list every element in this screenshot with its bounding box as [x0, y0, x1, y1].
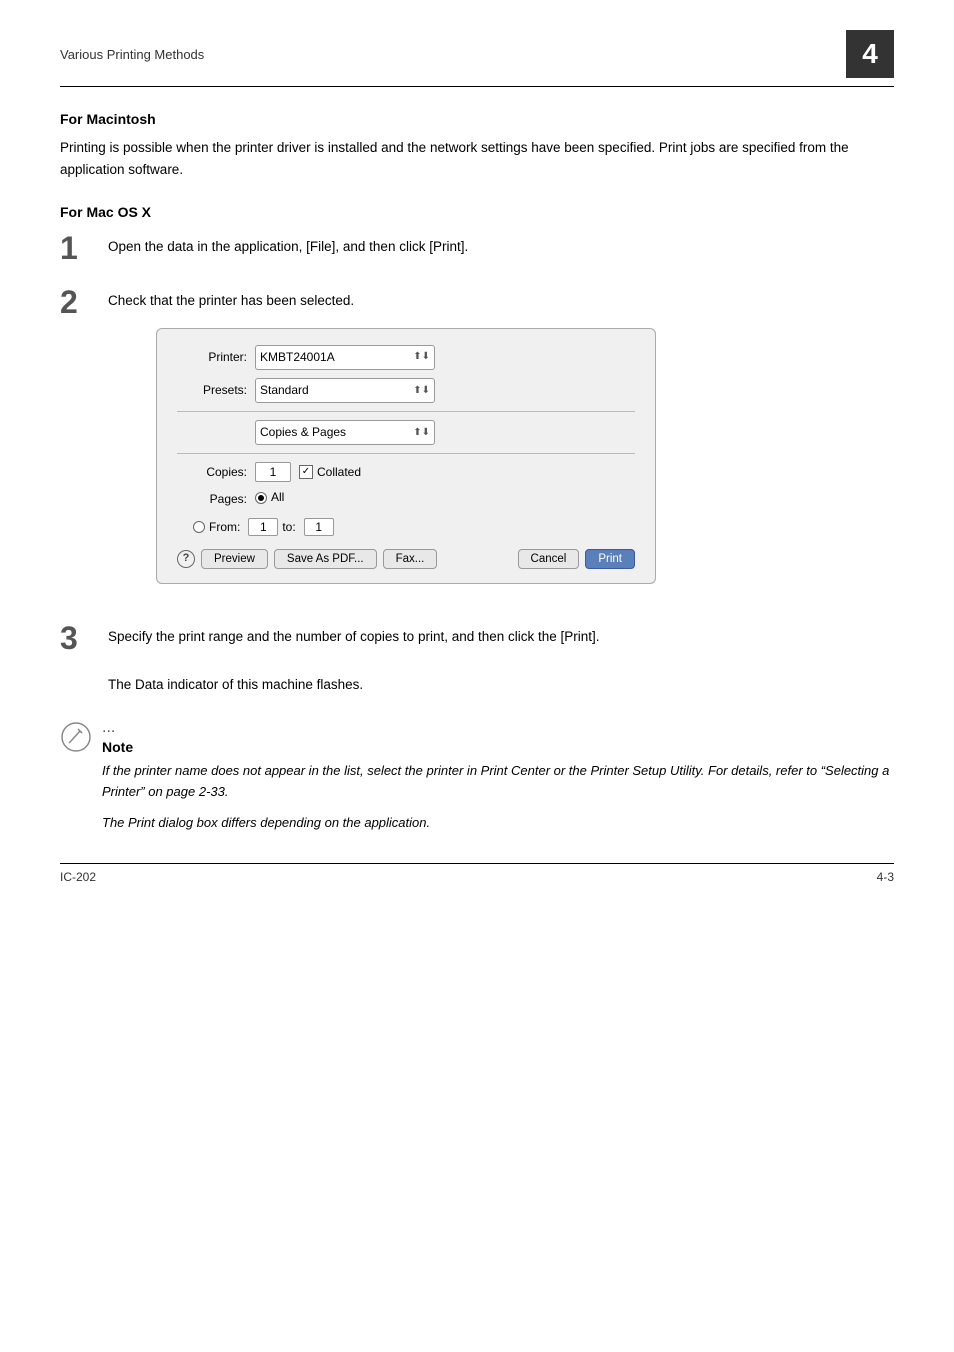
print-button[interactable]: Print	[585, 549, 635, 569]
from-input[interactable]	[248, 518, 278, 536]
note-text-2: The Print dialog box differs depending o…	[102, 813, 894, 834]
dialog-separator-2	[177, 453, 635, 454]
step-3-content: Specify the print range and the number o…	[108, 620, 894, 648]
presets-select[interactable]: Standard ⬆⬇	[255, 378, 435, 403]
print-dialog: Printer: KMBT24001A ⬆⬇ Presets: Standard…	[156, 328, 656, 584]
collated-checkbox-row: ✓ Collated	[299, 463, 361, 482]
cancel-button[interactable]: Cancel	[518, 549, 580, 569]
dialog-footer: ? Preview Save As PDF... Fax... Cancel P…	[177, 549, 635, 569]
page-header: Various Printing Methods 4	[60, 30, 894, 87]
collated-checkbox[interactable]: ✓	[299, 465, 313, 479]
section-macosx: For Mac OS X	[60, 204, 894, 220]
from-row: From: to:	[193, 518, 635, 537]
copies-input-row: Copies: ✓ Collated	[177, 462, 635, 482]
presets-row: Presets: Standard ⬆⬇	[177, 378, 635, 403]
copies-pages-arrow-icon: ⬆⬇	[413, 425, 430, 441]
note-text-1: If the printer name does not appear in t…	[102, 761, 894, 803]
collated-label: Collated	[317, 463, 361, 482]
printer-label: Printer:	[177, 348, 247, 367]
printer-row: Printer: KMBT24001A ⬆⬇	[177, 345, 635, 370]
step-1-text: Open the data in the application, [File]…	[108, 230, 894, 258]
step-2: 2 Check that the printer has been select…	[60, 284, 894, 600]
to-label: to:	[282, 518, 295, 537]
dialog-footer-right: Cancel Print	[518, 549, 635, 569]
presets-label: Presets:	[177, 381, 247, 400]
dialog-footer-left: ? Preview Save As PDF... Fax...	[177, 549, 512, 569]
note-dots: ...	[102, 719, 894, 737]
note-content: ... Note If the printer name does not ap…	[102, 719, 894, 843]
all-radio[interactable]	[255, 492, 267, 504]
step-1-number: 1	[60, 230, 108, 264]
all-label: All	[271, 488, 284, 507]
step-1: 1 Open the data in the application, [Fil…	[60, 230, 894, 264]
pages-row: Pages: All	[177, 488, 635, 511]
copies-label: Copies:	[177, 463, 247, 482]
step-3-number: 3	[60, 620, 108, 654]
save-pdf-button[interactable]: Save As PDF...	[274, 549, 377, 569]
section-macintosh: For Macintosh Printing is possible when …	[60, 111, 894, 180]
copies-pages-select[interactable]: Copies & Pages ⬆⬇	[255, 420, 435, 445]
note-pen-icon	[60, 721, 92, 759]
presets-value: Standard	[260, 381, 309, 400]
copies-pages-row: Copies & Pages ⬆⬇	[177, 420, 635, 445]
from-label: From:	[209, 518, 240, 537]
note-section: ... Note If the printer name does not ap…	[60, 719, 894, 843]
step-3: 3 Specify the print range and the number…	[60, 620, 894, 654]
printer-select[interactable]: KMBT24001A ⬆⬇	[255, 345, 435, 370]
copies-pages-value: Copies & Pages	[260, 423, 346, 442]
macintosh-heading: For Macintosh	[60, 111, 894, 127]
pages-label: Pages:	[177, 490, 247, 509]
header-title: Various Printing Methods	[60, 47, 846, 62]
footer-right: 4-3	[877, 870, 894, 884]
macosx-heading: For Mac OS X	[60, 204, 894, 220]
from-radio[interactable]	[193, 521, 205, 533]
dialog-separator-1	[177, 411, 635, 412]
printer-value: KMBT24001A	[260, 348, 335, 367]
copies-input[interactable]	[255, 462, 291, 482]
preview-button[interactable]: Preview	[201, 549, 268, 569]
to-input[interactable]	[304, 518, 334, 536]
steps-container: 1 Open the data in the application, [Fil…	[60, 230, 894, 654]
step-3-text: Specify the print range and the number o…	[108, 629, 600, 644]
chapter-number: 4	[846, 30, 894, 78]
footer-left: IC-202	[60, 870, 96, 884]
step-2-number: 2	[60, 284, 108, 318]
fax-button[interactable]: Fax...	[383, 549, 438, 569]
page-footer: IC-202 4-3	[60, 863, 894, 884]
macintosh-body: Printing is possible when the printer dr…	[60, 137, 894, 180]
printer-arrow-icon: ⬆⬇	[413, 349, 430, 365]
note-title: Note	[102, 739, 894, 755]
step-3-subtext: The Data indicator of this machine flash…	[108, 674, 894, 696]
help-icon[interactable]: ?	[177, 550, 195, 568]
step-2-text: Check that the printer has been selected…	[108, 284, 894, 600]
presets-arrow-icon: ⬆⬇	[413, 383, 430, 399]
pages-all-row: All	[255, 488, 284, 507]
